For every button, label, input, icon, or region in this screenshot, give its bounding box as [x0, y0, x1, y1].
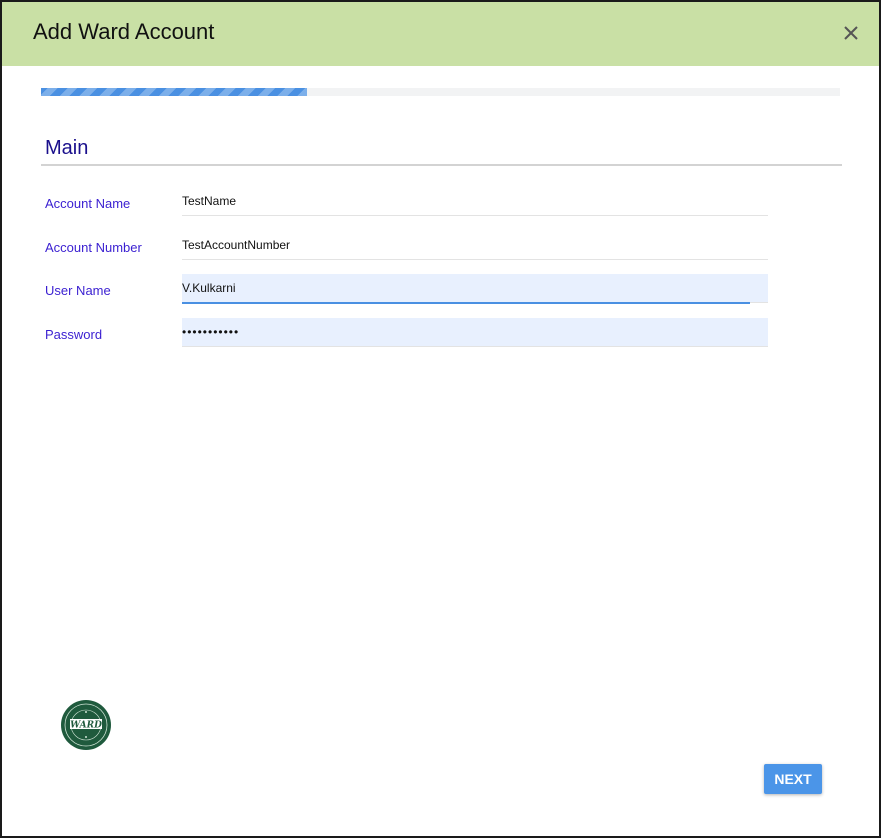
ward-logo-icon: WARD	[61, 700, 111, 750]
ward-logo: WARD	[60, 699, 112, 751]
user-name-focus-underline	[182, 302, 750, 304]
dialog-title: Add Ward Account	[33, 19, 215, 44]
user-name-label: User Name	[45, 283, 111, 298]
close-button[interactable]	[838, 20, 864, 46]
account-name-input[interactable]	[182, 187, 768, 216]
section-title: Main	[45, 137, 89, 159]
password-input[interactable]	[182, 318, 768, 347]
progress-fill	[41, 88, 308, 96]
account-name-label: Account Name	[45, 196, 131, 211]
add-ward-account-dialog: Add Ward Account Main Account Name Accou…	[0, 0, 881, 838]
section-divider	[41, 164, 842, 166]
user-name-input[interactable]	[182, 274, 768, 303]
progress-bar	[41, 88, 840, 96]
dialog-header: Add Ward Account	[2, 2, 879, 66]
account-number-label: Account Number	[45, 240, 142, 255]
close-icon	[844, 26, 858, 40]
logo-text: WARD	[70, 721, 102, 731]
password-label: Password	[45, 327, 103, 342]
account-number-input[interactable]	[182, 231, 768, 260]
next-button[interactable]: NEXT	[764, 764, 822, 794]
